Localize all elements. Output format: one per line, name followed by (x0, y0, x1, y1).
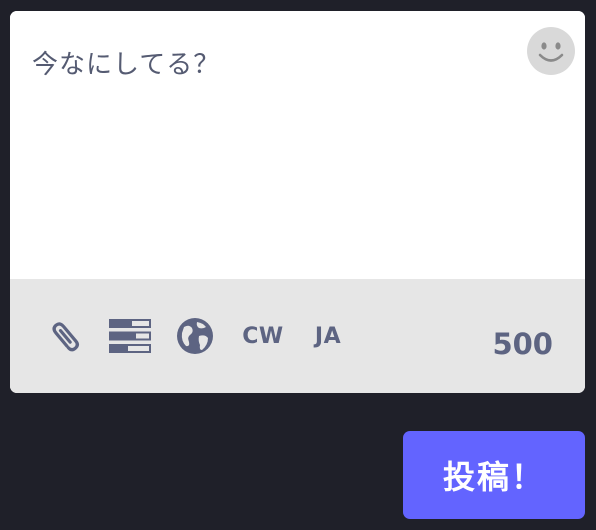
language-button[interactable]: JA (310, 316, 346, 356)
compose-form: CW JA 500 (10, 11, 585, 393)
add-poll-button[interactable] (108, 317, 152, 355)
poll-icon (109, 319, 151, 353)
compose-toolbar: CW JA 500 (10, 279, 585, 393)
publish-button[interactable]: 投稿！ (403, 431, 585, 519)
emoji-picker-button[interactable] (526, 26, 576, 76)
attach-media-button[interactable] (46, 317, 84, 355)
smiley-icon (527, 27, 575, 75)
privacy-button[interactable] (175, 316, 215, 356)
paperclip-icon (52, 322, 79, 352)
compose-textarea[interactable] (10, 11, 585, 279)
globe-icon (177, 318, 213, 354)
content-warning-button[interactable]: CW (242, 316, 284, 356)
character-counter: 500 (492, 327, 553, 361)
